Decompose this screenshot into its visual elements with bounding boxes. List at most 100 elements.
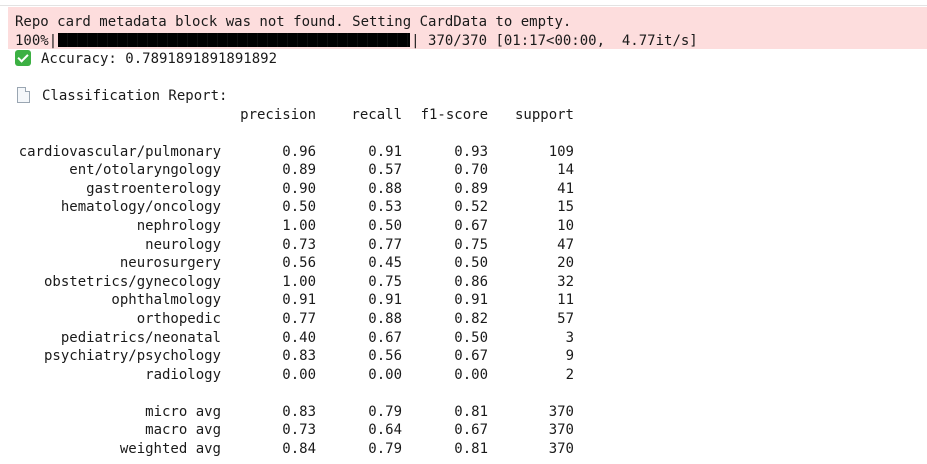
report-header-row: precision recall f1-score support xyxy=(15,106,915,125)
row-f1-score: 0.50 xyxy=(454,255,488,272)
row-precision: 0.77 xyxy=(282,310,316,327)
class-rows: cardiovascular/pulmonary 0.96 0.91 0.93 109 e… xyxy=(15,143,915,385)
row-support: 9 xyxy=(565,348,574,365)
row-label: ophthalmology xyxy=(111,292,221,309)
row-f1-score: 0.00 xyxy=(454,366,488,383)
progress-bar xyxy=(58,32,411,47)
row-precision: 0.90 xyxy=(282,180,316,197)
row-support: 20 xyxy=(557,255,574,272)
column-header-f1-score: f1-score xyxy=(420,106,488,123)
row-precision: 0.83 xyxy=(282,403,316,420)
row-precision: 0.83 xyxy=(282,348,316,365)
row-recall: 0.00 xyxy=(368,366,402,383)
row-support: 370 xyxy=(548,422,574,439)
report-row: macro avg 0.73 0.64 0.67 370 xyxy=(15,421,915,440)
row-f1-score: 0.86 xyxy=(454,273,488,290)
row-precision: 0.50 xyxy=(282,199,316,216)
report-row: ophthalmology 0.91 0.91 0.91 11 xyxy=(15,291,915,310)
row-support: 47 xyxy=(557,236,574,253)
stderr-output: Repo card metadata block was not found. … xyxy=(8,7,927,49)
stdout-output: Accuracy: 0.7891891891891892 Classificat… xyxy=(15,50,915,459)
report-row: gastroenterology 0.90 0.88 0.89 41 xyxy=(15,180,915,199)
row-precision: 0.56 xyxy=(282,255,316,272)
report-row: orthopedic 0.77 0.88 0.82 57 xyxy=(15,310,915,329)
row-label: nephrology xyxy=(136,217,221,234)
page-document-icon xyxy=(17,87,30,103)
row-label: obstetrics/gynecology xyxy=(43,273,221,290)
row-label: neurosurgery xyxy=(119,255,221,272)
row-precision: 0.84 xyxy=(282,441,316,457)
row-label: pediatrics/neonatal xyxy=(60,329,221,346)
row-recall: 0.75 xyxy=(368,273,402,290)
row-support: 32 xyxy=(557,273,574,290)
average-rows: micro avg 0.83 0.79 0.81 370 macro avg 0.73 0.6… xyxy=(15,403,915,459)
row-support: 15 xyxy=(557,199,574,216)
row-recall: 0.88 xyxy=(368,310,402,327)
row-f1-score: 0.67 xyxy=(454,217,488,234)
row-support: 57 xyxy=(557,310,574,327)
row-support: 109 xyxy=(548,143,574,160)
row-recall: 0.64 xyxy=(368,422,402,439)
row-precision: 0.73 xyxy=(282,422,316,439)
report-row: pediatrics/neonatal 0.40 0.67 0.50 3 xyxy=(15,329,915,348)
row-recall: 0.79 xyxy=(368,403,402,420)
report-row: hematology/oncology 0.50 0.53 0.52 15 xyxy=(15,198,915,217)
row-f1-score: 0.93 xyxy=(454,143,488,160)
row-precision: 0.91 xyxy=(282,292,316,309)
row-support: 370 xyxy=(548,403,574,420)
row-recall: 0.57 xyxy=(368,162,402,179)
row-f1-score: 0.81 xyxy=(454,441,488,457)
row-support: 2 xyxy=(565,366,574,383)
row-recall: 0.56 xyxy=(368,348,402,365)
row-precision: 0.73 xyxy=(282,236,316,253)
row-label: macro avg xyxy=(145,422,221,439)
row-f1-score: 0.81 xyxy=(454,403,488,420)
report-row: ent/otolaryngology 0.89 0.57 0.70 14 xyxy=(15,161,915,180)
row-recall: 0.79 xyxy=(368,441,402,457)
row-precision: 0.96 xyxy=(282,143,316,160)
row-f1-score: 0.82 xyxy=(454,310,488,327)
report-row: nephrology 1.00 0.50 0.67 10 xyxy=(15,217,915,236)
row-f1-score: 0.89 xyxy=(454,180,488,197)
report-title: Classification Report: xyxy=(42,88,228,104)
row-precision: 1.00 xyxy=(282,273,316,290)
progress-line: 100%| | 370/370 [01:17<00:00, 4.77it/s] xyxy=(15,32,927,51)
check-mark-icon xyxy=(15,50,31,66)
row-f1-score: 0.67 xyxy=(454,422,488,439)
row-label: radiology xyxy=(145,366,221,383)
column-header-precision: precision xyxy=(240,106,316,123)
row-support: 14 xyxy=(557,162,574,179)
report-row: neurology 0.73 0.77 0.75 47 xyxy=(15,236,915,255)
row-label: hematology/oncology xyxy=(60,199,221,216)
progress-stats: | 370/370 [01:17<00:00, 4.77it/s] xyxy=(411,32,698,49)
accuracy-text: Accuracy: 0.7891891891891892 xyxy=(41,51,278,67)
row-label: weighted avg xyxy=(119,441,221,457)
row-label: neurology xyxy=(145,236,221,253)
column-header-recall: recall xyxy=(351,106,402,123)
row-recall: 0.53 xyxy=(368,199,402,216)
row-precision: 1.00 xyxy=(282,217,316,234)
row-f1-score: 0.75 xyxy=(454,236,488,253)
row-label: gastroenterology xyxy=(86,180,221,197)
row-recall: 0.88 xyxy=(368,180,402,197)
row-f1-score: 0.50 xyxy=(454,329,488,346)
row-label: orthopedic xyxy=(136,310,221,327)
row-precision: 0.40 xyxy=(282,329,316,346)
row-recall: 0.50 xyxy=(368,217,402,234)
row-recall: 0.45 xyxy=(368,255,402,272)
progress-bar-fill xyxy=(58,32,411,47)
row-label: micro avg xyxy=(145,403,221,420)
progress-percent: 100%| xyxy=(15,32,58,49)
report-row: weighted avg 0.84 0.79 0.81 370 xyxy=(15,440,915,459)
column-header-support: support xyxy=(514,106,574,123)
row-f1-score: 0.52 xyxy=(454,199,488,216)
row-recall: 0.67 xyxy=(368,329,402,346)
row-support: 11 xyxy=(557,292,574,309)
row-precision: 0.89 xyxy=(282,162,316,179)
report-row: neurosurgery 0.56 0.45 0.50 20 xyxy=(15,254,915,273)
report-title-line: Classification Report: xyxy=(15,87,915,106)
row-f1-score: 0.67 xyxy=(454,348,488,365)
row-f1-score: 0.91 xyxy=(454,292,488,309)
report-row: micro avg 0.83 0.79 0.81 370 xyxy=(15,403,915,422)
report-row: cardiovascular/pulmonary 0.96 0.91 0.93 109 xyxy=(15,143,915,162)
